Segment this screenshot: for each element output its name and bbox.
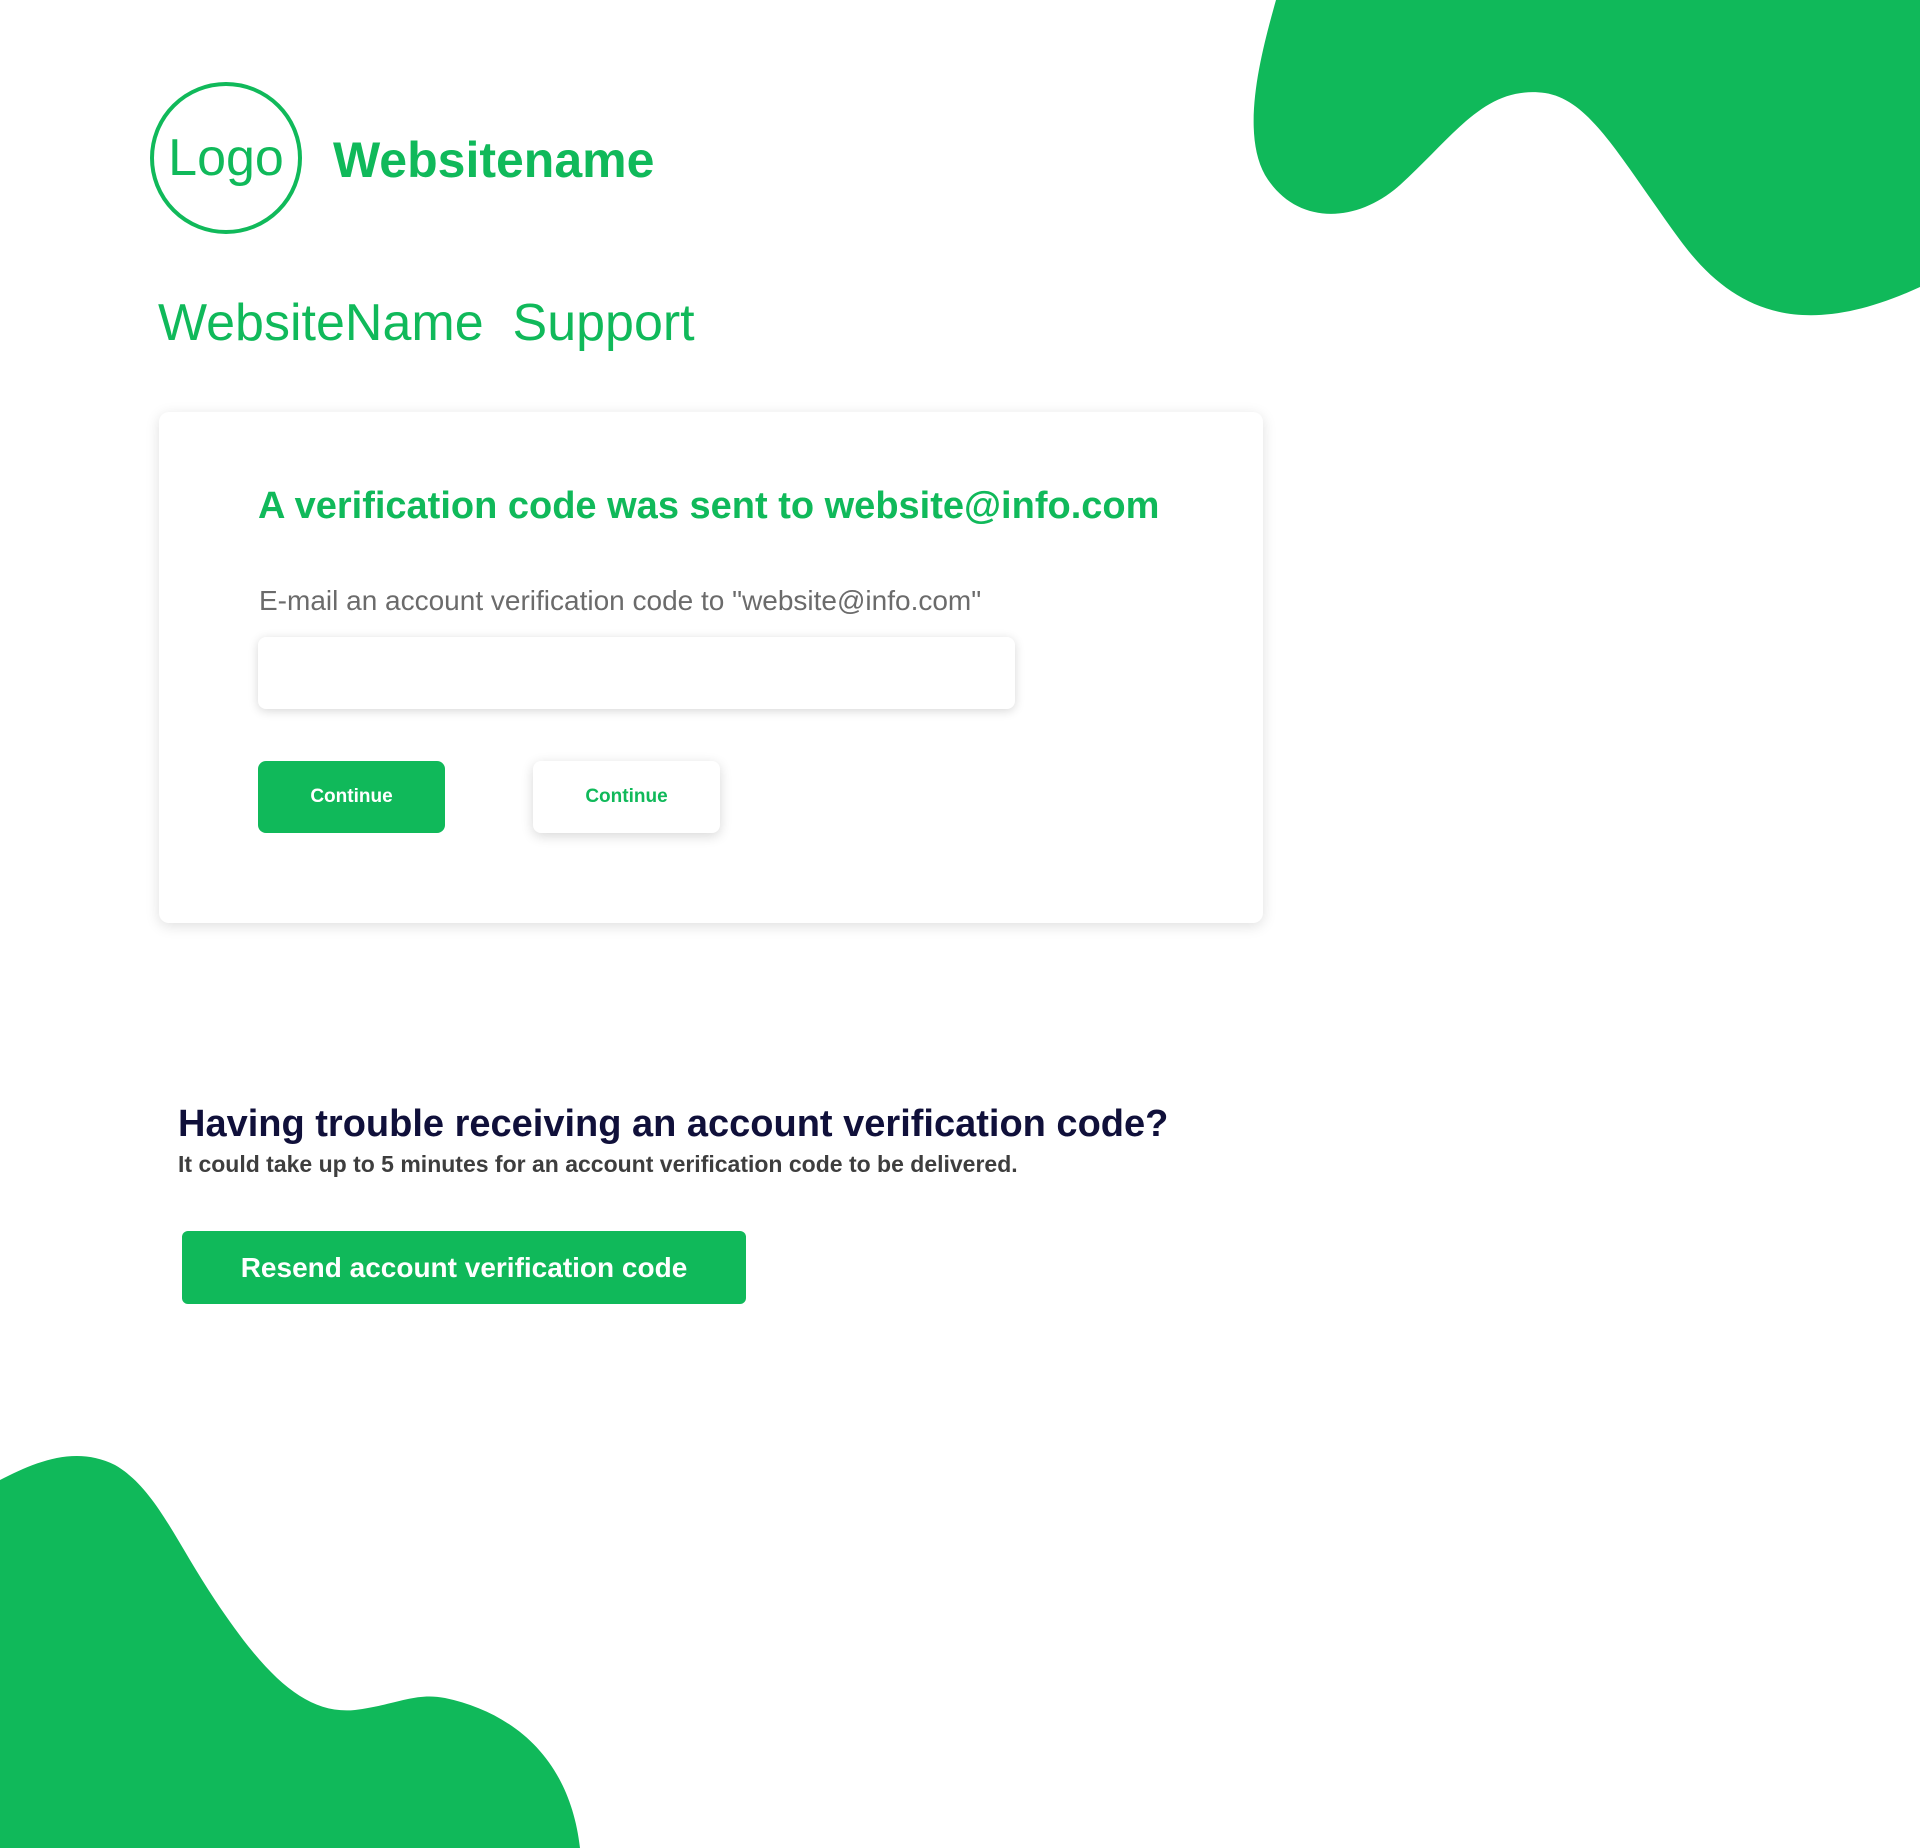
logo[interactable]: Logo bbox=[150, 82, 302, 234]
continue-button[interactable]: Continue bbox=[258, 761, 445, 833]
decorative-blob-bottom-left bbox=[0, 1455, 580, 1848]
page-title: WebsiteName Support bbox=[158, 294, 695, 352]
decorative-blob-top-right bbox=[1253, 0, 1920, 316]
resend-code-button[interactable]: Resend account verification code bbox=[182, 1231, 746, 1304]
verification-code-input[interactable] bbox=[258, 637, 1015, 709]
trouble-description: It could take up to 5 minutes for an acc… bbox=[178, 1151, 1018, 1177]
verification-code-label: E-mail an account verification code to "… bbox=[259, 585, 982, 616]
verification-heading: A verification code was sent to website@… bbox=[258, 485, 1160, 527]
logo-text: Logo bbox=[168, 129, 284, 187]
verification-card: A verification code was sent to website@… bbox=[159, 412, 1263, 923]
continue-secondary-button[interactable]: Continue bbox=[533, 761, 720, 833]
trouble-heading: Having trouble receiving an account veri… bbox=[178, 1103, 1169, 1145]
site-name[interactable]: Websitename bbox=[333, 130, 654, 190]
